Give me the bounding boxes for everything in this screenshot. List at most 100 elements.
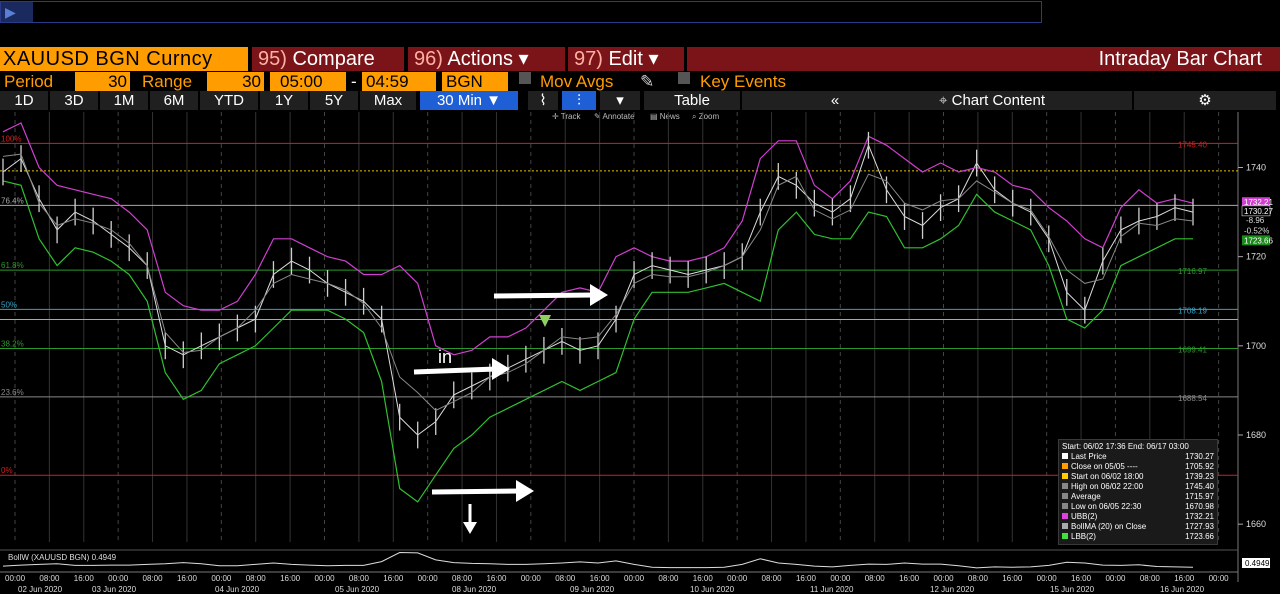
x-tick-label: 16:00 (486, 574, 507, 583)
command-line[interactable]: ▶ (0, 0, 1280, 28)
x-date-label: 08 Jun 2020 (452, 585, 497, 594)
x-tick-label: 08:00 (349, 574, 370, 583)
security-ticker[interactable]: XAUUSD BGN Curncy (0, 47, 248, 71)
range-button-5y[interactable]: 5Y (310, 91, 358, 110)
x-tick-label: 00:00 (108, 574, 129, 583)
x-tick-label: 16:00 (1071, 574, 1092, 583)
legend-header: Start: 06/02 17:36 End: 06/17 03:00 (1062, 442, 1189, 451)
range-button-ytd[interactable]: YTD (200, 91, 258, 110)
range-button-1d[interactable]: 1D (0, 91, 48, 110)
legend-row-value: 1739.23 (1185, 472, 1214, 481)
range-button-max[interactable]: Max (360, 91, 416, 110)
chart-content-button[interactable]: ⌖ Chart Content (852, 91, 1132, 110)
x-tick-label: 00:00 (521, 574, 542, 583)
subpanel-label: BollW (XAUUSD BGN) 0.4949 (8, 553, 117, 562)
x-date-label: 12 Jun 2020 (930, 585, 975, 594)
x-tick-label: 16:00 (1002, 574, 1023, 583)
edit-number: 97) (574, 48, 603, 70)
mov-avgs-checkbox[interactable] (519, 72, 531, 84)
collapse-icon[interactable]: « (820, 91, 850, 110)
settings-gear-icon[interactable]: ⚙ (1134, 91, 1276, 110)
table-button[interactable]: Table (644, 91, 740, 110)
mov-avgs-label: Mov Avgs (540, 72, 614, 91)
command-input[interactable]: ▶ (0, 1, 1042, 23)
command-prefix: ▶ (1, 2, 33, 22)
annotation-in-label: in (438, 347, 453, 367)
range-button-6m[interactable]: 6M (150, 91, 198, 110)
legend-row: LBB(2) 1723.66 (1062, 532, 1214, 542)
x-tick-label: 16:00 (383, 574, 404, 583)
range-button-1m[interactable]: 1M (100, 91, 148, 110)
x-tick-label: 08:00 (246, 574, 267, 583)
legend-row: Close on 05/05 ---- 1705.92 (1062, 462, 1214, 472)
legend-row-label: UBB(2) (1062, 512, 1097, 522)
x-tick-label: 00:00 (315, 574, 336, 583)
interval-dropdown[interactable]: 30 Min ▼ (420, 91, 518, 110)
legend-row-label: Average (1062, 492, 1101, 502)
legend-swatch (1062, 523, 1068, 529)
legend-row: BollMA (20) on Close 1727.93 (1062, 522, 1214, 532)
function-header: XAUUSD BGN Curncy 95) Compare 96) Action… (0, 47, 1280, 71)
pencil-icon[interactable]: ✎ (640, 72, 654, 91)
chart-content-label: Chart Content (951, 92, 1045, 109)
period-label: Period (4, 72, 54, 91)
x-tick-label: 16:00 (693, 574, 714, 583)
play-icon: ▶ (5, 4, 16, 20)
legend-row: High on 06/02 22:00 1745.40 (1062, 482, 1214, 492)
source-field[interactable]: BGN (442, 72, 508, 91)
y-tick-label: 1700 (1246, 341, 1266, 351)
change-pct-label: -0.52% (1244, 226, 1269, 235)
chart-legend[interactable]: Start: 06/02 17:36 End: 06/17 03:00 Last… (1058, 439, 1218, 545)
legend-row-value: 1670.98 (1185, 502, 1214, 511)
price-tag-label: 1730.27 (1244, 207, 1273, 216)
range-toolbar: 1D 3D 1M 6M YTD 1Y 5Y Max 30 Min ▼ ⌇ ⫶ ▾… (0, 91, 1280, 111)
fib-level-label: 61.8% (1, 261, 24, 270)
key-events-checkbox[interactable] (678, 72, 690, 84)
x-tick-label: 08:00 (658, 574, 679, 583)
range-label: Range (142, 72, 193, 91)
range-button-1y[interactable]: 1Y (260, 91, 308, 110)
y-tick-label: 1740 (1246, 163, 1266, 173)
x-date-label: 16 Jun 2020 (1160, 585, 1205, 594)
arrow-upper-head (590, 284, 608, 306)
x-tick-label: 08:00 (1140, 574, 1161, 583)
legend-row: Average 1715.97 (1062, 492, 1214, 502)
compare-label: Compare (292, 48, 375, 70)
range-field[interactable]: 30 (207, 72, 264, 91)
actions-number: 96) (414, 48, 443, 70)
end-time-field[interactable]: 04:59 (362, 72, 436, 91)
arrow-down-head (463, 522, 477, 534)
x-date-label: 09 Jun 2020 (570, 585, 615, 594)
fib-level-label: 38.2% (1, 339, 24, 348)
x-tick-label: 00:00 (5, 574, 26, 583)
page-title: Intraday Bar Chart (687, 47, 1280, 71)
x-tick-label: 16:00 (590, 574, 611, 583)
settings-row: Period 30 Range 30 05:00 - 04:59 BGN Mov… (0, 72, 1280, 91)
period-field[interactable]: 30 (75, 72, 130, 91)
legend-row: Last Price 1730.27 (1062, 452, 1214, 462)
edit-menu[interactable]: 97) Edit ▾ (568, 47, 684, 71)
bar-chart-icon[interactable]: ⫶ (562, 91, 596, 110)
chart-type-dropdown[interactable]: ▾ (600, 91, 640, 110)
x-tick-label: 00:00 (211, 574, 232, 583)
fib-level-value: 1708.19 (1178, 306, 1207, 315)
fib-level-value: 1688.54 (1178, 394, 1207, 403)
x-tick-label: 08:00 (762, 574, 783, 583)
x-tick-label: 16:00 (796, 574, 817, 583)
fib-level-label: 23.6% (1, 388, 24, 397)
legend-row-value: 1732.21 (1185, 512, 1214, 521)
x-tick-label: 08:00 (865, 574, 886, 583)
legend-row-label: High on 06/02 22:00 (1062, 482, 1143, 492)
range-button-3d[interactable]: 3D (50, 91, 98, 110)
x-tick-label: 00:00 (1037, 574, 1058, 583)
compare-menu[interactable]: 95) Compare (252, 47, 404, 71)
legend-swatch (1062, 513, 1068, 519)
line-chart-icon[interactable]: ⌇ (528, 91, 558, 110)
legend-row-value: 1730.27 (1185, 452, 1214, 461)
legend-row-value: 1727.93 (1185, 522, 1214, 531)
legend-swatch (1062, 453, 1068, 459)
start-time-field[interactable]: 05:00 (270, 72, 346, 91)
actions-menu[interactable]: 96) Actions ▾ (408, 47, 565, 71)
x-tick-label: 16:00 (74, 574, 95, 583)
legend-row-label: LBB(2) (1062, 532, 1096, 542)
